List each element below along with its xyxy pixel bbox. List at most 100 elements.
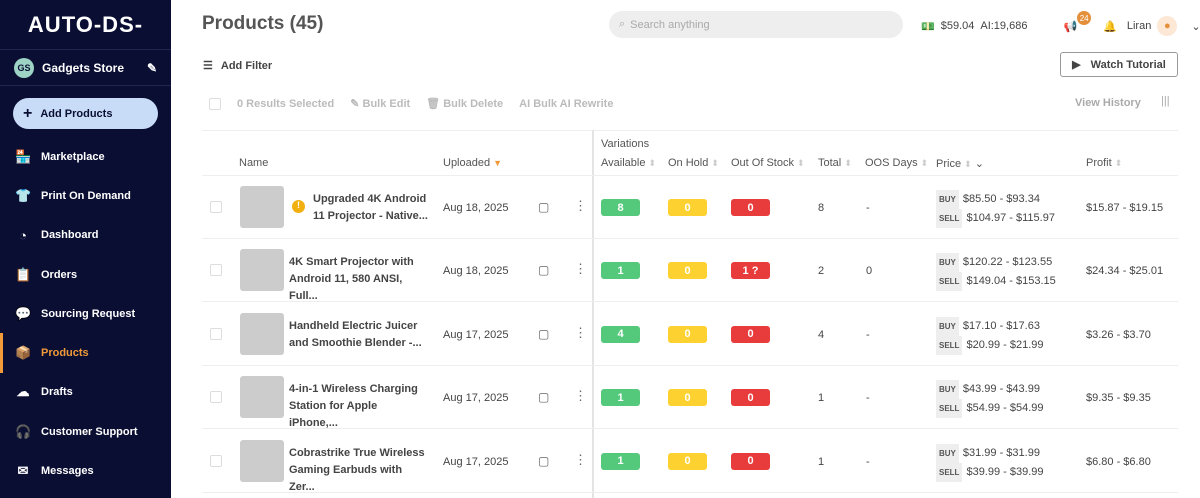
search-input[interactable]: ⌕ Search anything	[609, 11, 903, 38]
ai-credits: AI:19,686	[980, 20, 1028, 32]
logo[interactable]: AUTO-DS-	[0, 0, 171, 50]
sidebar-item-sourcing-request[interactable]: 💬 Sourcing Request	[0, 294, 171, 333]
th-uploaded-label: Uploaded	[443, 157, 491, 169]
search-icon: ⌕	[619, 18, 626, 30]
available-pill[interactable]: 4	[601, 325, 640, 343]
product-image[interactable]	[240, 249, 284, 292]
select-all-checkbox[interactable]	[209, 97, 221, 110]
more-icon[interactable]: ⋮	[574, 198, 587, 214]
available-pill[interactable]: 1	[601, 452, 640, 470]
row-checkbox[interactable]	[210, 201, 222, 213]
sidebar-item-drafts[interactable]: ☁ Drafts	[0, 373, 171, 412]
box-icon: 📦	[15, 345, 32, 361]
note-icon[interactable]: ▢	[538, 263, 549, 277]
more-icon[interactable]: ⋮	[574, 261, 587, 277]
chevron-down-icon[interactable]: ⌄	[1191, 20, 1200, 33]
table-row[interactable]: 4-in-1 Wireless Charging Station for App…	[202, 366, 1178, 432]
sidebar-item-print-on-demand[interactable]: 👕 Print On Demand	[0, 176, 171, 215]
note-icon[interactable]: ▢	[538, 390, 549, 404]
th-total[interactable]: Total ⬍	[818, 157, 852, 169]
megaphone-icon[interactable]: 📢	[1063, 20, 1077, 33]
table-row[interactable]: Handheld Electric Juicer and Smoothie Bl…	[202, 303, 1178, 366]
out-of-stock-pill[interactable]: 0	[731, 452, 770, 470]
clipboard-icon: 📋	[15, 266, 32, 282]
th-oos_days[interactable]: OOS Days ⬍	[865, 157, 928, 169]
sort-icon: ⬍	[964, 159, 972, 169]
bell-icon[interactable]: 🔔	[1103, 20, 1117, 33]
on-hold-pill[interactable]: 0	[668, 262, 707, 280]
out-of-stock-pill[interactable]: 0	[731, 325, 770, 343]
product-image[interactable]	[240, 186, 284, 228]
store-selector[interactable]: GS Gadgets Store ✎	[0, 50, 171, 86]
available-pill[interactable]: 1	[601, 389, 640, 407]
row-checkbox[interactable]	[210, 264, 222, 277]
more-icon[interactable]: ⋮	[574, 388, 587, 404]
columns-icon[interactable]: |||	[1161, 95, 1170, 107]
avatar[interactable]: ●	[1157, 16, 1178, 36]
on-hold-pill[interactable]: 0	[668, 325, 707, 343]
watch-tutorial-button[interactable]: ▶ Watch Tutorial	[1060, 52, 1178, 77]
more-icon[interactable]: ⋮	[574, 452, 587, 468]
th-uploaded[interactable]: Uploaded ▼	[443, 157, 502, 169]
th-available[interactable]: Available ⬍	[601, 157, 656, 169]
sidebar-item-customer-support[interactable]: 🎧 Customer Support	[0, 412, 171, 451]
row-checkbox[interactable]	[210, 391, 222, 404]
user-name[interactable]: Liran	[1127, 20, 1151, 32]
note-icon[interactable]: ▢	[538, 200, 549, 214]
product-image[interactable]	[240, 312, 284, 355]
balance[interactable]: $59.04	[941, 20, 975, 32]
product-name[interactable]: 4-in-1 Wireless Charging Station for App…	[289, 381, 429, 432]
product-name[interactable]: Cobrastrike True Wireless Gaming Earbuds…	[289, 445, 429, 496]
shirt-icon: 👕	[15, 187, 32, 203]
th-price[interactable]: Price ⬍ ⌄	[936, 157, 984, 170]
results-selected: 0 Results Selected	[237, 97, 335, 110]
sidebar-item-marketplace[interactable]: 🏪 Marketplace	[0, 137, 171, 176]
oos-days: -	[866, 455, 870, 468]
on-hold-pill[interactable]: 0	[668, 389, 707, 407]
total: 1	[818, 392, 825, 405]
table-row[interactable]: ! Upgraded 4K Android 11 Projector - Nat…	[202, 176, 1178, 239]
chevron-down-icon[interactable]: ⌄	[975, 158, 984, 170]
bulk-edit-button[interactable]: ✎ Bulk Edit	[350, 97, 410, 110]
th-oos[interactable]: Out Of Stock ⬍	[731, 157, 805, 169]
product-name[interactable]: 4K Smart Projector with Android 11, 580 …	[289, 254, 429, 305]
table-row[interactable]: 4K Smart Projector with Android 11, 580 …	[202, 239, 1178, 305]
available-pill[interactable]: 1	[601, 262, 640, 280]
add-products-button[interactable]: + Add Products	[13, 98, 158, 129]
on-hold-pill[interactable]: 0	[668, 199, 707, 216]
uploaded-date: Aug 17, 2025	[443, 455, 509, 468]
bulk-ai-rewrite-button[interactable]: AI Bulk AI Rewrite	[519, 98, 613, 110]
row-checkbox[interactable]	[210, 327, 222, 340]
out-of-stock-pill[interactable]: 1 ?	[731, 262, 770, 280]
available-pill[interactable]: 8	[601, 199, 640, 216]
th-profit[interactable]: Profit ⬍	[1086, 157, 1122, 169]
sidebar-item-products[interactable]: 📦 Products	[0, 333, 171, 373]
table-row[interactable]: Cobrastrike True Wireless Gaming Earbuds…	[202, 430, 1178, 493]
uploaded-date: Aug 17, 2025	[443, 328, 509, 341]
product-name[interactable]: Upgraded 4K Android 11 Projector - Nativ…	[313, 191, 431, 225]
view-history-link[interactable]: View History	[1075, 97, 1141, 109]
sidebar-item-orders[interactable]: 📋 Orders	[0, 255, 171, 294]
note-icon[interactable]: ▢	[538, 327, 549, 341]
edit-icon[interactable]: ✎	[147, 61, 157, 75]
oos-days: -	[866, 202, 870, 214]
sidebar-item-dashboard[interactable]: ◔ Dashboard	[0, 216, 171, 255]
th-on_hold[interactable]: On Hold ⬍	[668, 157, 719, 169]
product-image[interactable]	[240, 439, 284, 482]
wallet-icon: 💵	[921, 20, 935, 33]
product-name[interactable]: Handheld Electric Juicer and Smoothie Bl…	[289, 318, 429, 352]
out-of-stock-pill[interactable]: 0	[731, 389, 770, 407]
bulk-delete-button[interactable]: 🗑 Bulk Delete	[426, 97, 503, 110]
row-checkbox[interactable]	[210, 454, 222, 467]
product-image[interactable]	[240, 376, 284, 419]
filter-icon: ☰	[203, 60, 213, 72]
out-of-stock-pill[interactable]: 0	[731, 199, 770, 216]
th-name[interactable]: Name	[239, 157, 268, 169]
add-filter-button[interactable]: ☰ Add Filter	[203, 59, 272, 73]
note-icon[interactable]: ▢	[538, 454, 549, 468]
sidebar-item-messages[interactable]: ✉ Messages	[0, 451, 171, 490]
more-icon[interactable]: ⋮	[574, 325, 587, 341]
on-hold-pill[interactable]: 0	[668, 452, 707, 470]
warning-icon[interactable]: !	[292, 200, 305, 213]
th-label: Profit	[1086, 157, 1112, 169]
